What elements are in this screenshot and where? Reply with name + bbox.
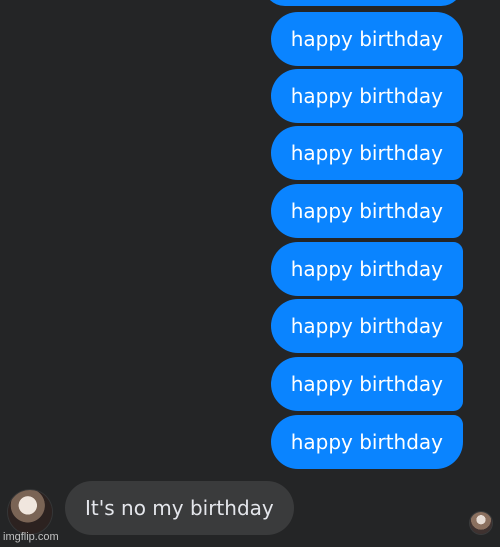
outgoing-message[interactable]: happy birthday: [270, 126, 463, 180]
outgoing-message[interactable]: happy birthday: [270, 415, 463, 469]
watermark: imgflip.com: [3, 531, 59, 543]
cropped-previous-message: [263, 0, 463, 6]
outgoing-message[interactable]: happy birthday: [270, 242, 463, 296]
outgoing-message[interactable]: happy birthday: [270, 184, 463, 238]
outgoing-message[interactable]: happy birthday: [270, 357, 463, 411]
incoming-message[interactable]: It's no my birthday: [65, 481, 294, 535]
outgoing-message[interactable]: happy birthday: [270, 299, 463, 353]
seen-receipt-avatar-icon[interactable]: [470, 512, 492, 534]
outgoing-message[interactable]: happy birthday: [270, 12, 463, 66]
outgoing-message[interactable]: happy birthday: [270, 69, 463, 123]
profile-avatar-icon[interactable]: [8, 490, 52, 534]
chat-thread: happy birthday happy birthday happy birt…: [0, 0, 500, 547]
